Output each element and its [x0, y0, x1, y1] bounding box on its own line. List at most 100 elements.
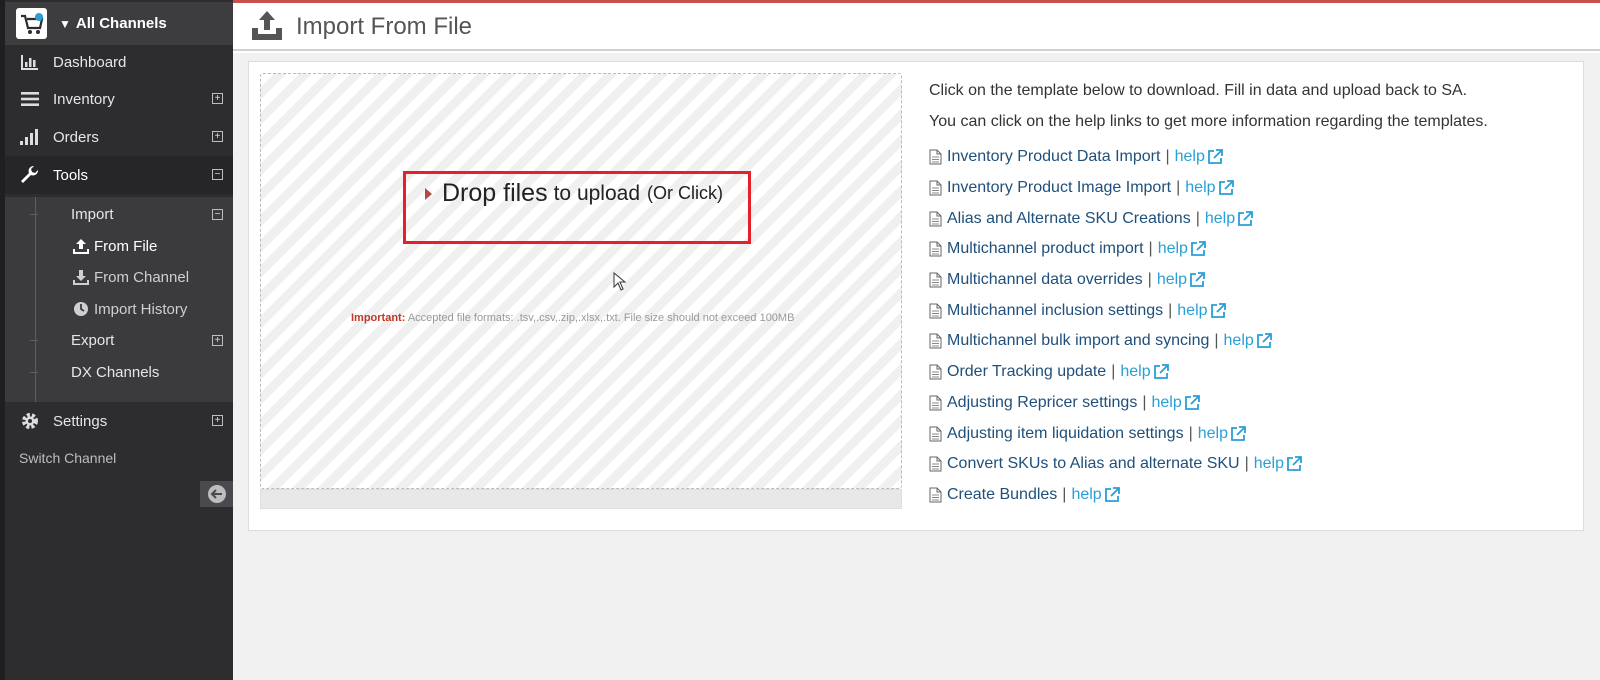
help-link[interactable]: help	[1185, 179, 1215, 197]
sidebar-item-from-channel[interactable]: From Channel	[73, 262, 189, 292]
template-row: Inventory Product Image Import | help	[929, 173, 1303, 204]
template-row: Multichannel product import | help	[929, 234, 1303, 265]
instruction-line: Click on the template below to download.…	[929, 82, 1468, 99]
external-link-icon[interactable]	[1152, 363, 1170, 381]
sidebar-item-label: Settings	[53, 412, 108, 430]
external-link-icon[interactable]	[1229, 425, 1247, 443]
main-content: Drop files to upload (Or Click) Importan…	[233, 53, 1600, 680]
channel-selector[interactable]: ▼ All Channels	[5, 2, 233, 45]
switch-channel-link[interactable]: Switch Channel	[19, 450, 116, 466]
sidebar-item-label: From Channel	[94, 268, 190, 286]
document-icon	[929, 241, 942, 257]
collapse-icon[interactable]: −	[212, 209, 223, 220]
important-label: Important:	[351, 312, 406, 324]
help-link[interactable]: help	[1071, 486, 1101, 504]
template-row: Adjusting Repricer settings | help	[929, 388, 1303, 419]
template-row: Order Tracking update | help	[929, 357, 1303, 388]
external-link-icon[interactable]	[1255, 332, 1273, 350]
external-link-icon[interactable]	[1217, 179, 1235, 197]
help-link[interactable]: help	[1157, 271, 1187, 289]
external-link-icon[interactable]	[1188, 271, 1206, 289]
template-row: Inventory Product Data Import | help	[929, 142, 1303, 173]
external-link-icon[interactable]	[1103, 486, 1121, 504]
help-link[interactable]: help	[1224, 332, 1254, 350]
template-download-link[interactable]: Order Tracking update	[947, 363, 1106, 381]
external-link-icon[interactable]	[1236, 210, 1254, 228]
separator: |	[1244, 455, 1249, 473]
help-link[interactable]: help	[1177, 302, 1207, 320]
sidebar-item-from-file[interactable]: From File	[73, 231, 157, 261]
help-link[interactable]: help	[1175, 148, 1205, 166]
signal-icon	[19, 127, 41, 147]
dropzone-hint: (Or Click)	[647, 183, 723, 203]
template-download-link[interactable]: Multichannel data overrides	[947, 271, 1143, 289]
sidebar-item-settings[interactable]: Settings +	[5, 402, 233, 440]
upload-tray-icon	[250, 9, 284, 43]
template-download-link[interactable]: Inventory Product Data Import	[947, 148, 1160, 166]
template-download-link[interactable]: Inventory Product Image Import	[947, 179, 1171, 197]
document-icon	[929, 364, 942, 380]
template-download-link[interactable]: Adjusting item liquidation settings	[947, 425, 1184, 443]
file-dropzone[interactable]: Drop files to upload (Or Click) Importan…	[260, 73, 902, 489]
sidebar-item-import[interactable]: Import −	[5, 199, 233, 229]
sidebar-item-orders[interactable]: Orders +	[5, 118, 233, 156]
dropzone-message: Drop files to upload (Or Click)	[425, 179, 723, 208]
tree-tick	[30, 339, 38, 341]
sidebar-item-export[interactable]: Export +	[5, 325, 233, 355]
help-link[interactable]: help	[1120, 363, 1150, 381]
external-link-icon[interactable]	[1285, 455, 1303, 473]
help-link[interactable]: help	[1205, 210, 1235, 228]
template-download-link[interactable]: Convert SKUs to Alias and alternate SKU	[947, 455, 1240, 473]
template-download-link[interactable]: Alias and Alternate SKU Creations	[947, 210, 1191, 228]
template-download-link[interactable]: Multichannel inclusion settings	[947, 302, 1163, 320]
dropzone-note: Important: Accepted file formats: .tsv,.…	[351, 312, 794, 324]
expand-icon[interactable]: +	[212, 131, 223, 142]
help-link[interactable]: help	[1198, 425, 1228, 443]
expand-icon[interactable]: +	[212, 415, 223, 426]
tree-tick	[30, 213, 38, 215]
sidebar-item-label: Import	[71, 205, 114, 223]
expand-icon[interactable]: +	[212, 335, 223, 346]
template-row: Alias and Alternate SKU Creations | help	[929, 203, 1303, 234]
sidebar-item-label: Import History	[94, 300, 188, 318]
external-link-icon[interactable]	[1209, 302, 1227, 320]
upload-icon	[73, 238, 89, 254]
sidebar-item-inventory[interactable]: Inventory +	[5, 80, 233, 118]
upload-progress-bar	[260, 489, 902, 509]
instruction-line: You can click on the help links to get m…	[929, 113, 1488, 130]
tree-tick	[30, 371, 38, 373]
separator: |	[1111, 363, 1116, 381]
document-icon	[929, 149, 942, 165]
help-link[interactable]: help	[1151, 394, 1181, 412]
caret-right-icon	[425, 187, 432, 200]
sidebar-item-tools[interactable]: Tools −	[5, 156, 233, 194]
external-link-icon[interactable]	[1206, 148, 1224, 166]
template-download-link[interactable]: Adjusting Repricer settings	[947, 394, 1137, 412]
sidebar-item-import-history[interactable]: Import History	[73, 294, 187, 324]
template-row: Multichannel inclusion settings | help	[929, 295, 1303, 326]
template-download-link[interactable]: Create Bundles	[947, 486, 1057, 504]
sidebar-item-dashboard[interactable]: Dashboard	[5, 43, 233, 81]
template-row: Adjusting item liquidation settings | help	[929, 418, 1303, 449]
help-link[interactable]: help	[1158, 240, 1188, 258]
template-row: Create Bundles | help	[929, 480, 1303, 511]
mouse-cursor-icon	[613, 272, 627, 291]
sidebar-item-dx-channels[interactable]: DX Channels	[5, 357, 233, 387]
external-link-icon[interactable]	[1183, 394, 1201, 412]
collapse-sidebar-button[interactable]	[200, 481, 233, 507]
wrench-icon	[19, 165, 41, 185]
template-download-link[interactable]: Multichannel product import	[947, 240, 1144, 258]
template-list: Inventory Product Data Import | help Invent…	[929, 142, 1303, 510]
document-icon	[929, 180, 942, 196]
page-header: Import From File	[233, 3, 1600, 51]
expand-icon[interactable]: +	[212, 93, 223, 104]
help-link[interactable]: help	[1254, 455, 1284, 473]
external-link-icon[interactable]	[1189, 240, 1207, 258]
collapse-icon[interactable]: −	[212, 169, 223, 180]
cart-logo-icon	[16, 8, 47, 39]
separator: |	[1165, 148, 1170, 166]
sidebar: ▼ All Channels Dashboard Inventory + Ord…	[0, 0, 233, 680]
separator: |	[1147, 271, 1152, 289]
document-icon	[929, 426, 942, 442]
template-download-link[interactable]: Multichannel bulk import and syncing	[947, 332, 1209, 350]
